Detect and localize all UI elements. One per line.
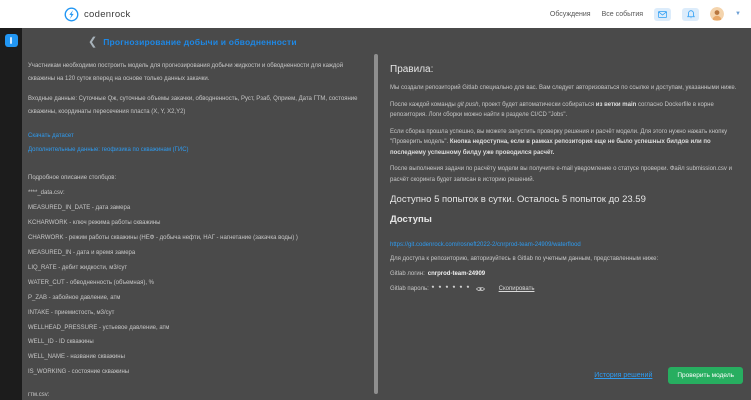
column-description-item: IS_WORKING - состояние скважины (28, 369, 366, 376)
task-description-panel: Участникам необходимо построить модель д… (22, 52, 374, 400)
content-columns: Участникам необходимо построить модель д… (22, 52, 751, 400)
column-description-item: P_ZAB - забойное давление, атм (28, 295, 366, 302)
gitlab-password-row: Gitlab пароль: * * * * * * Скопировать (390, 286, 741, 292)
rules-paragraph-2: После каждой команды git push, проект бу… (390, 100, 741, 121)
access-heading: Доступы (390, 214, 741, 225)
solution-history-link[interactable]: История решений (594, 372, 652, 379)
rules-p2-text: После каждой команды (390, 102, 457, 108)
title-bar: ❮ Прогнозирование добычи и обводненности (22, 28, 751, 52)
gitlab-repo-link[interactable]: https://git.codenrock.com/rosneft2022-2/… (390, 242, 581, 248)
column-description-item: MEASURED_IN - дата и время замера (28, 250, 366, 257)
top-header: codenrock Обсуждения Все события ▼ (0, 0, 751, 28)
rules-p2-git-push: git push (457, 102, 478, 108)
header-actions: Обсуждения Все события ▼ (550, 7, 741, 21)
gitlab-password-label: Gitlab пароль: (390, 286, 429, 292)
copy-password-link[interactable]: Скопировать (499, 286, 535, 292)
column-description-item: WATER_CUT - обводненность (объемная), % (28, 280, 366, 287)
codenrock-logo-icon (64, 7, 79, 22)
envelope-icon (658, 11, 667, 18)
back-chevron-icon[interactable]: ❮ (88, 38, 97, 46)
column-description-item: INTAKE - приемистость, м3/сут (28, 310, 366, 317)
check-model-button[interactable]: Проверить модель (668, 367, 743, 384)
column-description-item: WELLHEAD_PRESSURE - устьевое давление, а… (28, 325, 366, 332)
gitlab-password-mask: * * * * * * (432, 286, 471, 292)
rules-panel: Правила: Мы создали репозиторий Gitlab с… (378, 52, 751, 400)
rules-paragraph-1: Мы создали репозиторий Gitlab специально… (390, 83, 741, 94)
rules-p2-text2: , проект будет автоматически собираться (478, 102, 595, 108)
rules-paragraph-4: После выполнения задачи по расчёту модел… (390, 164, 741, 185)
left-sidebar (0, 28, 22, 400)
avatar[interactable] (710, 7, 724, 21)
gtm-file-label: гтм.csv: (28, 392, 366, 398)
brand-name: codenrock (84, 9, 131, 20)
columns-list: MEASURED_IN_DATE - дата замера KCHARWORK… (28, 205, 366, 376)
dataset-links: Скачать датасет Дополнительные данные: г… (28, 133, 366, 161)
main-area: ❮ Прогнозирование добычи и обводненности… (22, 28, 751, 400)
attempts-counter: Доступно 5 попыток в сутки. Осталось 5 п… (390, 194, 741, 205)
task-input-data-paragraph: Входные данные: Суточные Qж, суточные об… (28, 93, 366, 118)
footer-actions: История решений Проверить модель (594, 367, 743, 384)
app-body: ❮ Прогнозирование добычи и обводненности… (0, 28, 751, 400)
column-description-item: MEASURED_IN_DATE - дата замера (28, 205, 366, 212)
columns-heading: Подробное описание столбцов: (28, 175, 366, 181)
column-description-item: KCHARWORK - ключ режима работы скважины (28, 220, 366, 227)
show-password-button[interactable] (476, 286, 485, 292)
sidebar-task-icon[interactable] (5, 34, 18, 47)
nav-discussions[interactable]: Обсуждения (550, 11, 591, 18)
page-title[interactable]: Прогнозирование добычи и обводненности (103, 37, 297, 47)
gitlab-login-value: cnrprod-team-24909 (428, 271, 485, 277)
column-description-item: LIQ_RATE - дебит жидкости, м3/сут (28, 265, 366, 272)
chevron-down-icon[interactable]: ▼ (735, 11, 741, 17)
column-description-item: WELL_NAME - название скважины (28, 354, 366, 361)
column-description-item: CHARWORK - режим работы скважины (НЕФ - … (28, 235, 366, 242)
notifications-button[interactable] (682, 8, 699, 21)
brand-logo[interactable]: codenrock (64, 7, 131, 22)
download-dataset-link[interactable]: Скачать датасет (28, 133, 74, 139)
messages-button[interactable] (654, 8, 671, 21)
gitlab-login-label: Gitlab логин: (390, 271, 425, 277)
rules-heading: Правила: (390, 64, 741, 75)
eye-icon (476, 286, 485, 292)
column-description-item: WELL_ID - ID скважины (28, 339, 366, 346)
rules-p2-main-branch: из ветки main (596, 102, 637, 108)
task-desc-paragraph: Участникам необходимо построить модель д… (28, 60, 366, 85)
rules-paragraph-3: Если сборка прошла успешно, вы можете за… (390, 127, 741, 159)
nav-all-events[interactable]: Все события (602, 11, 643, 18)
data-file-label: ****_data.csv: (28, 190, 366, 196)
bell-icon (687, 10, 695, 19)
extra-data-link[interactable]: Дополнительные данные: геофизика по сква… (28, 147, 189, 153)
access-note: Для доступа к репозиторию, авторизуйтесь… (390, 256, 741, 262)
gitlab-login-row: Gitlab логин: cnrprod-team-24909 (390, 271, 741, 277)
